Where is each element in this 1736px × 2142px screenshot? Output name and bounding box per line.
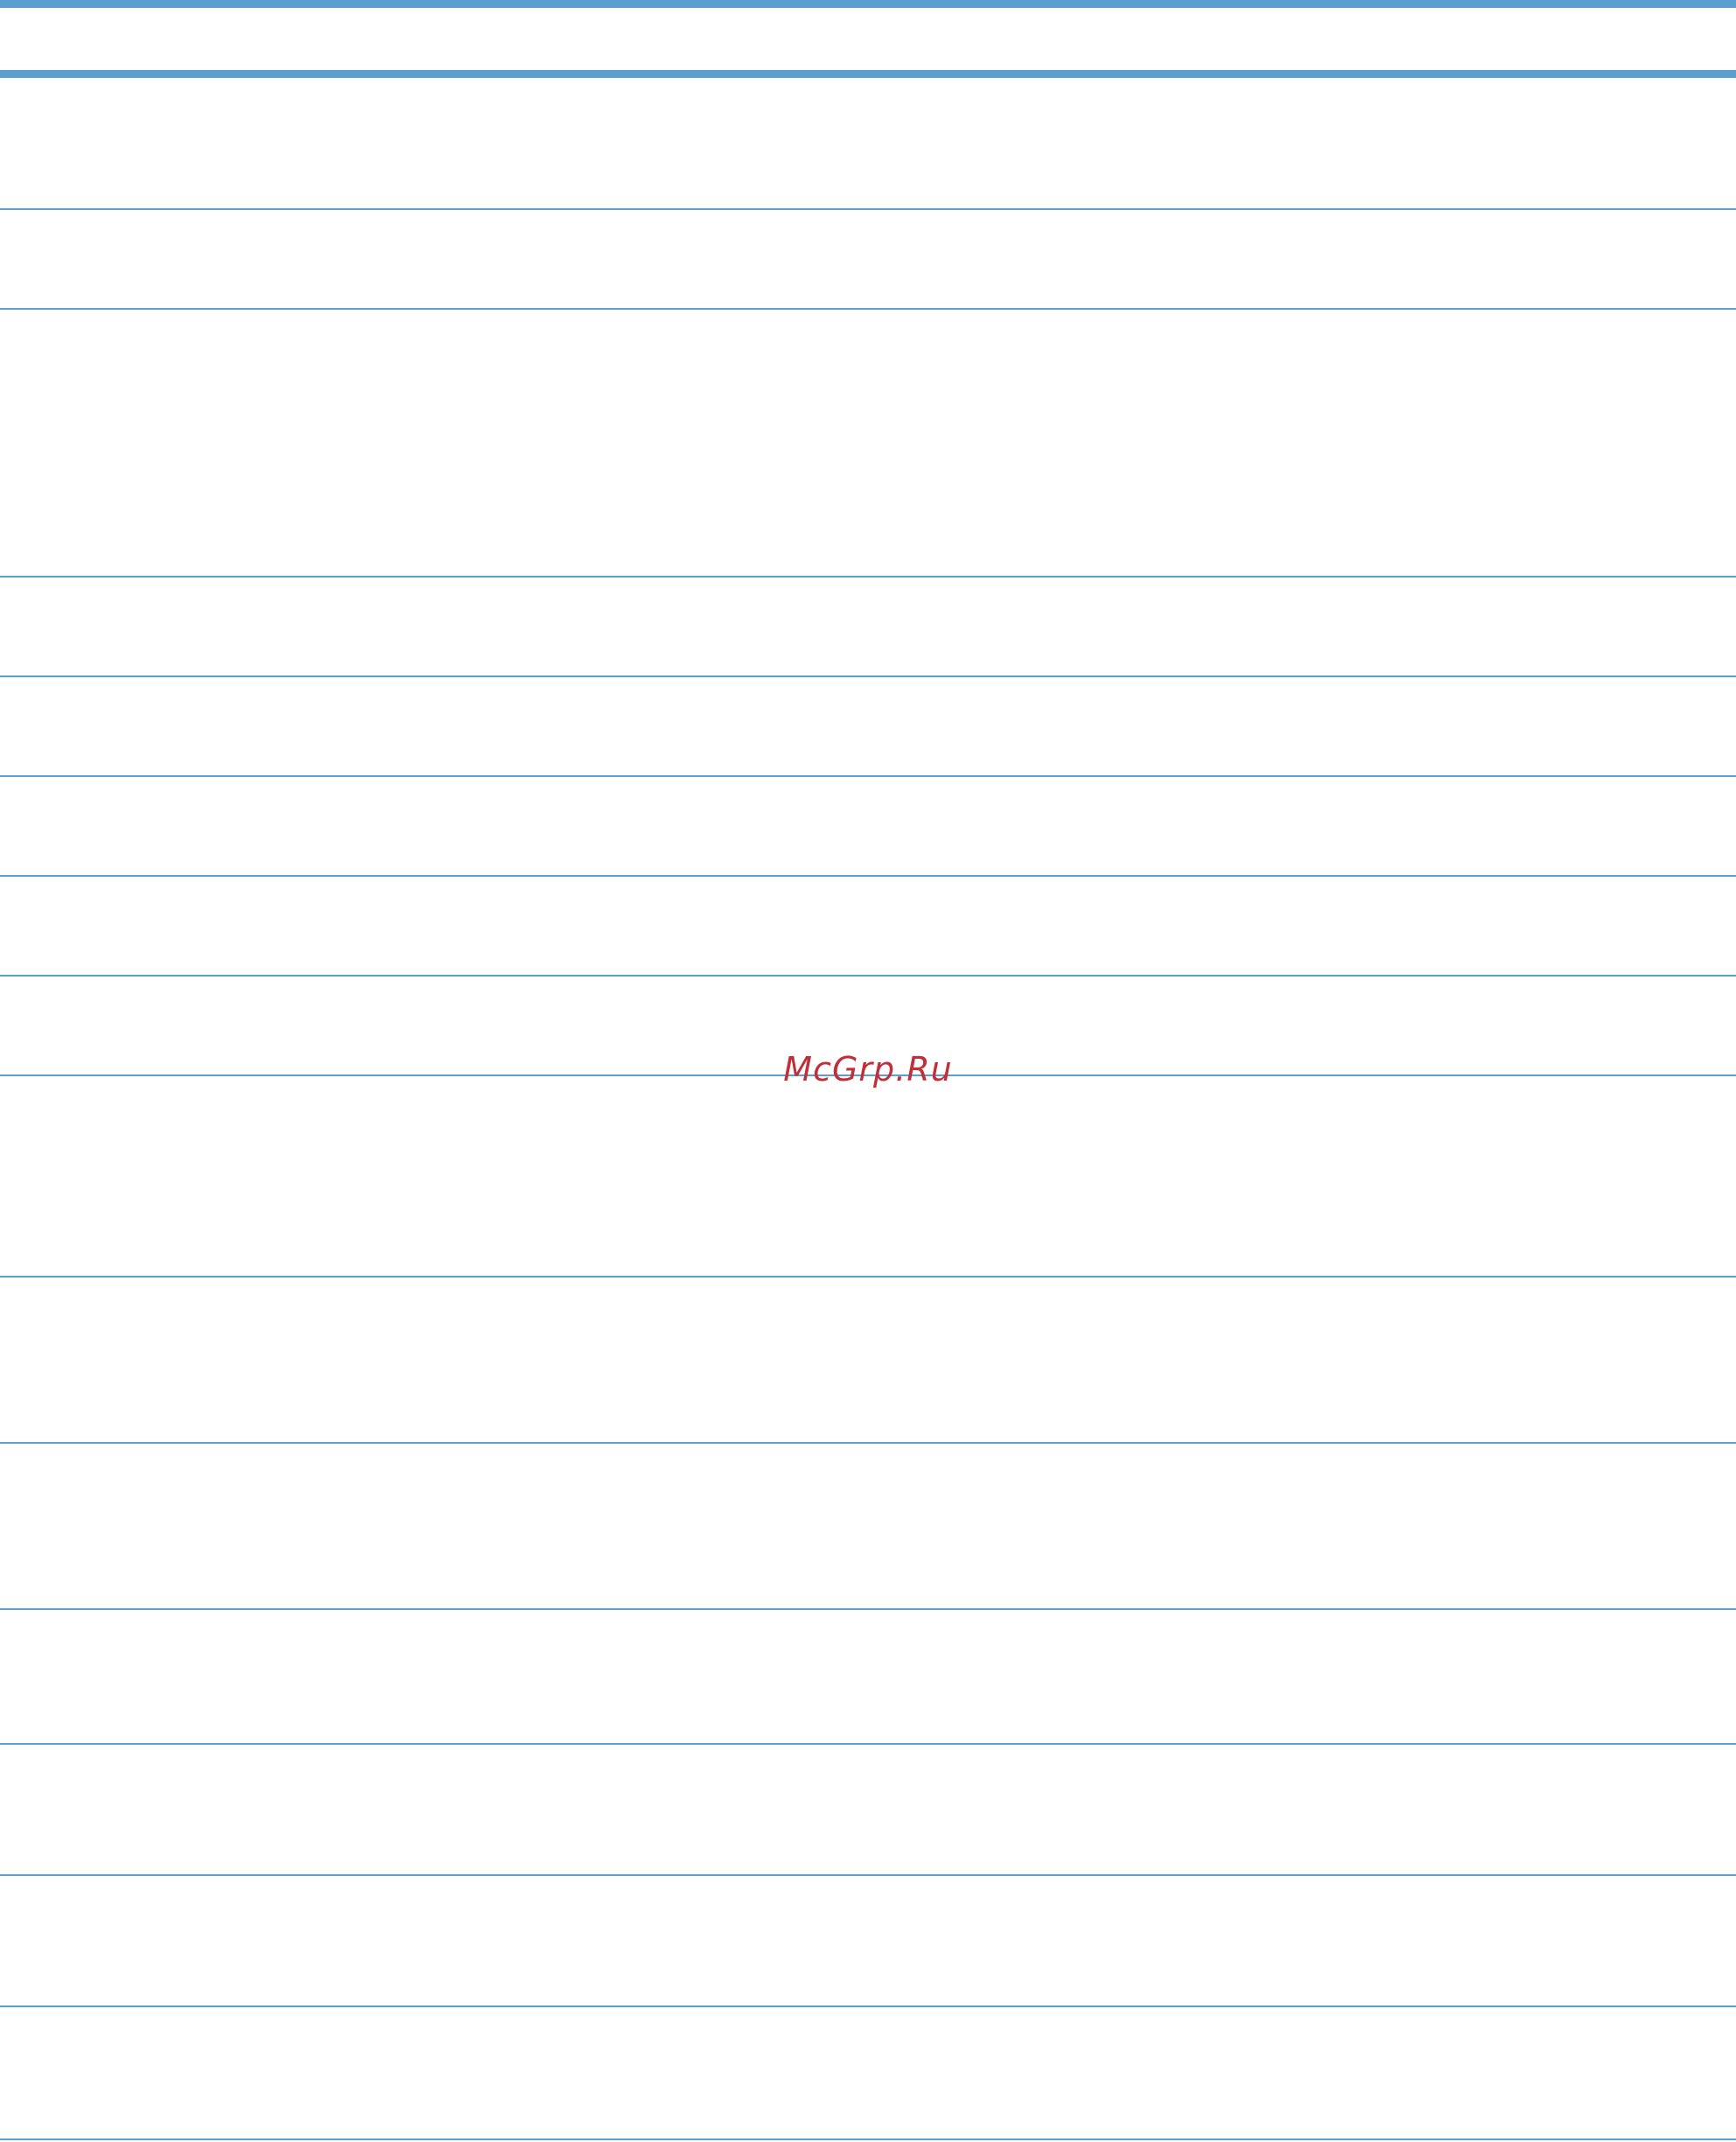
row-divider [0, 676, 1736, 677]
row-divider [0, 208, 1736, 210]
row-divider [0, 775, 1736, 777]
row-divider [0, 2006, 1736, 2007]
row-divider [0, 308, 1736, 310]
watermark-text: McGrp.Ru [783, 1050, 953, 1088]
row-divider [0, 875, 1736, 877]
row-divider [0, 1743, 1736, 1745]
row-divider [0, 1442, 1736, 1444]
document-page: McGrp.Ru [0, 0, 1736, 2142]
row-divider [0, 576, 1736, 578]
table-header-bottom-border [0, 70, 1736, 78]
row-divider [0, 2138, 1736, 2140]
row-divider [0, 1874, 1736, 1876]
row-divider [0, 1276, 1736, 1278]
table-top-border [0, 0, 1736, 8]
row-divider [0, 975, 1736, 976]
row-divider [0, 1608, 1736, 1610]
